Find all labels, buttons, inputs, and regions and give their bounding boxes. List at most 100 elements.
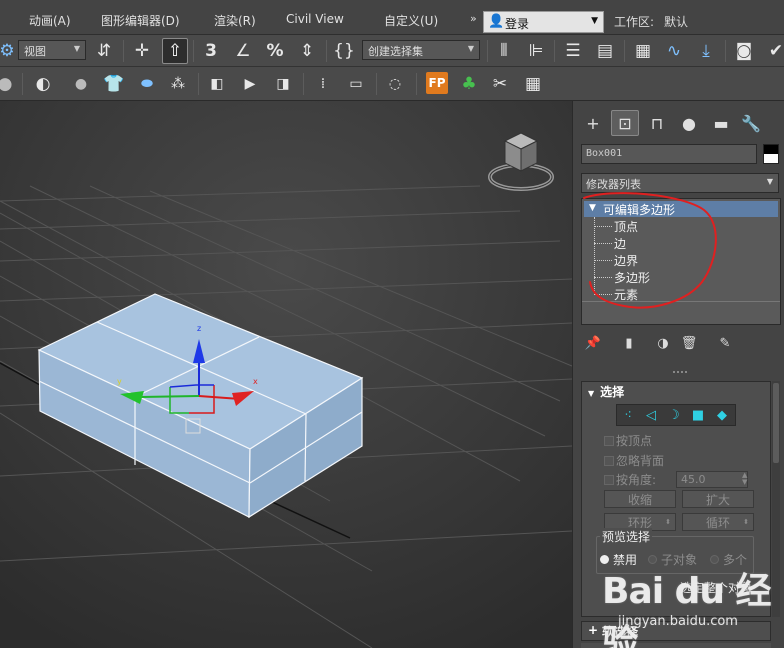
shirt-icon[interactable]: 👕 [101,71,127,97]
snap-3d-icon[interactable]: 3 [198,38,224,64]
named-selection-dropdown[interactable]: 创建选择集 ▼ [362,40,480,60]
material-editor-icon[interactable]: ◙ [731,38,757,64]
toolbar-separator [487,40,488,62]
subobject-level-buttons: ⁖ ◁ ☽ ■ ◆ [616,404,736,426]
login-dropdown[interactable]: 👤 登录 ▼ [483,11,604,33]
chevron-down-icon: ▼ [467,44,474,53]
remove-modifier-trash-icon[interactable]: 🗑 [679,333,699,353]
container-icon[interactable]: ◐ [30,71,56,97]
grow-button[interactable]: 扩大 [682,490,754,508]
angle-spinner-icon[interactable]: ▲ ▼ [742,472,747,486]
layer-explorer-icon[interactable]: ▤ [592,38,618,64]
baidu-watermark: Bai du 经验 jingyan.baidu.com [572,552,782,648]
particle-icon[interactable]: ⁂ [165,71,191,97]
link-icon[interactable]: ⚙ [0,38,20,64]
more-menus-chevron-icon[interactable]: » [470,12,477,25]
chevron-down-icon: ▼ [591,16,598,26]
main-toolbar: ⚙ 视图 ▼ ⇵ ✛ ⇧ 3 ∠ % ⇕ {} 创建选择集 ▼ ⫴ ⊫ ☰ ▤ … [0,35,784,67]
border-level-icon[interactable]: ☽ [665,407,683,423]
schematic-view-icon[interactable]: ⤓ [693,38,719,64]
reference-coordinate-dropdown[interactable]: 视图 ▼ [18,40,86,60]
move-icon[interactable]: ✛ [129,38,155,64]
toolbar-separator [326,40,327,62]
preview-selection-title: 预览选择 [600,528,653,545]
tools-icon[interactable]: ✂ [487,71,513,97]
red-annotation-circle [583,192,717,309]
z-axis-label: z [197,324,201,333]
ball-icon[interactable]: ● [68,71,94,97]
toolbar-separator [123,40,124,62]
keyframe-play-icon[interactable]: ▶ [237,71,263,97]
menu-rendering[interactable]: 渲染(R) [214,12,256,29]
ribbon-icon[interactable]: ▦ [630,38,656,64]
modify-tab-icon[interactable]: ⊡ [611,110,639,136]
ignore-backfacing-checkbox[interactable]: 忽略背面 [604,452,664,469]
spinner-icon: ⬍ [665,518,671,526]
configure-modifier-sets-icon[interactable]: ✎ [715,333,735,353]
make-unique-icon[interactable]: ◑ [653,333,673,353]
hierarchy-tab-icon[interactable]: ⊓ [643,110,671,136]
keyframe-right-icon[interactable]: ◨ [270,71,296,97]
keyframe-left-icon[interactable]: ◧ [204,71,230,97]
element-level-icon[interactable]: ◆ [713,407,731,423]
pill-icon[interactable]: ⬬ [134,71,160,97]
curve-editor-icon[interactable]: ∿ [661,38,687,64]
polygon-level-icon[interactable]: ■ [689,407,707,423]
grid-text-icon[interactable]: ⁞ [310,71,336,97]
collapse-triangle-icon: ▼ [588,389,595,398]
toolbar-separator [624,40,625,62]
perspective-viewport[interactable]: z x y [0,101,572,648]
rollout-header[interactable]: ▼ 选择 [588,383,624,400]
spinner-snap-icon[interactable]: ⇕ [294,38,320,64]
show-end-result-icon[interactable]: ▮ [619,333,639,353]
align-icon[interactable]: ⊫ [523,38,549,64]
display-tab-icon[interactable]: ▬ [707,110,735,136]
utilities-tab-wrench-icon[interactable]: 🔧 [737,110,765,136]
dotted-circle-icon[interactable]: ◌ [382,71,408,97]
shrink-button[interactable]: 收缩 [604,490,676,508]
vertex-level-icon[interactable]: ⁖ [619,407,637,423]
workspace-label: 工作区: [614,15,655,29]
sphere-icon[interactable]: ● [0,71,18,97]
by-angle-checkbox[interactable]: 按角度: [604,471,656,488]
login-label: 登录 [505,17,530,31]
menu-civil-view[interactable]: Civil View [286,12,344,26]
panel-divider [673,371,687,373]
workspace-dropdown[interactable]: 默认 [664,13,688,30]
angle-value-field[interactable]: 45.0 [676,471,748,488]
measure-icon[interactable]: ▭ [343,71,369,97]
menu-graph-editors[interactable]: 图形编辑器(D) [101,12,180,29]
toolbar-separator [303,73,304,95]
motion-tab-icon[interactable]: ● [675,110,703,136]
table-icon[interactable]: ▦ [520,71,546,97]
pivot-icon[interactable]: ⇵ [91,38,117,64]
watermark-url: jingyan.baidu.com [618,614,738,629]
render-setup-icon[interactable]: ✔ [763,38,784,64]
secondary-toolbar: ● ◐ ● 👕 ⬬ ⁂ ◧ ▶ ◨ ⁞ ▭ ◌ FP ♣ ✂ ▦ [0,67,784,101]
edit-named-selection-icon[interactable]: {} [331,38,357,64]
object-name-field[interactable]: Box001 [581,144,757,164]
object-color-swatch[interactable] [763,144,779,164]
scene-explorer-icon[interactable]: ☰ [560,38,586,64]
angle-snap-icon[interactable]: ∠ [230,38,256,64]
y-axis-label: y [117,377,122,386]
trees-icon[interactable]: ♣ [456,71,482,97]
toolbar-separator [554,40,555,62]
chevron-down-icon: ▼ [766,177,773,186]
by-vertex-checkbox[interactable]: 按顶点 [604,432,652,449]
toolbar-separator [198,73,199,95]
loop-button[interactable]: 循环 ⬍ [682,513,754,531]
edge-level-icon[interactable]: ◁ [642,407,660,423]
menu-animation[interactable]: 动画(A) [29,12,71,29]
mirror-icon[interactable]: ⫴ [491,38,517,64]
panel-scroll-thumb[interactable] [773,383,779,463]
menu-customize[interactable]: 自定义(U) [384,12,438,29]
baidu-jingyan-logo: Bai du 经验 [602,571,772,648]
select-manipulate-icon[interactable]: ⇧ [162,38,188,64]
chevron-down-icon: ▼ [73,44,80,53]
percent-snap-icon[interactable]: % [262,38,288,64]
create-tab-plus-icon[interactable]: + [579,110,607,136]
menu-bar: 动画(A) 图形编辑器(D) 渲染(R) Civil View 自定义(U) »… [0,0,784,35]
fp-icon[interactable]: FP [426,72,448,94]
pin-stack-icon[interactable]: 📌 [583,333,603,353]
